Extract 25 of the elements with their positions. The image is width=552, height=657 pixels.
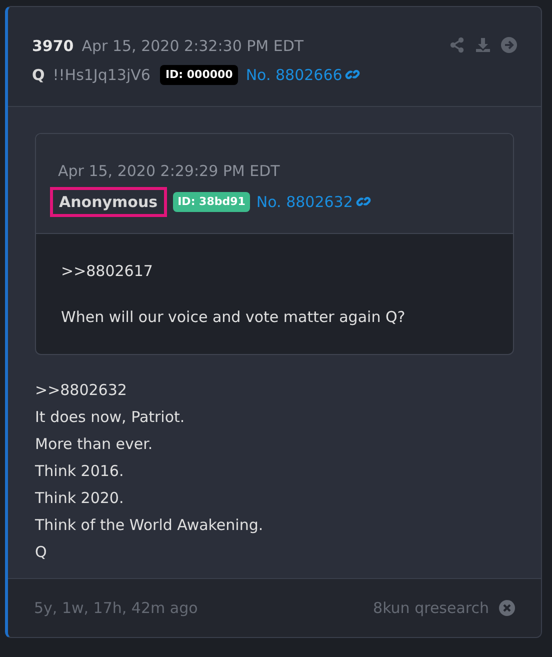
post-number-link[interactable]: No. 8802632 <box>256 190 371 213</box>
tripcode: !!Hs1Jq13jV6 <box>52 64 150 86</box>
timestamp: Apr 15, 2020 2:29:29 PM EDT <box>58 161 281 182</box>
timestamp: Apr 15, 2020 2:32:30 PM EDT <box>82 36 304 57</box>
quoted-text-line: >>8802617 <box>61 261 154 282</box>
arrow-right-icon[interactable] <box>501 37 517 53</box>
post-text-line: Think 2020. <box>35 488 125 509</box>
post-age: 5y, 1w, 17h, 42m ago <box>34 598 198 619</box>
post-text-line: Think 2016. <box>35 461 125 482</box>
post-text-line: Think of the World Awakening. <box>35 515 264 536</box>
post-text-line: It does now, Patriot. <box>35 407 186 428</box>
post-text-line: Q <box>35 542 48 563</box>
post-text-line: >>8802632 <box>35 380 128 401</box>
close-icon[interactable] <box>499 600 515 616</box>
share-icon[interactable] <box>449 37 465 53</box>
author-name: Anonymous <box>50 186 167 217</box>
quoted-text-line: When will our voice and vote matter again Q? <box>61 306 406 328</box>
download-icon[interactable] <box>475 37 491 53</box>
post-number-link[interactable]: No. 8802666 <box>246 64 360 86</box>
id-badge: ID: 000000 <box>160 64 238 85</box>
source-label: 8kun qresearch <box>373 598 489 619</box>
post-number: 3970 <box>32 36 74 57</box>
post-text-line: More than ever. <box>35 434 154 455</box>
id-badge: ID: 38bd91 <box>172 192 250 212</box>
author-name: Q <box>32 64 45 86</box>
